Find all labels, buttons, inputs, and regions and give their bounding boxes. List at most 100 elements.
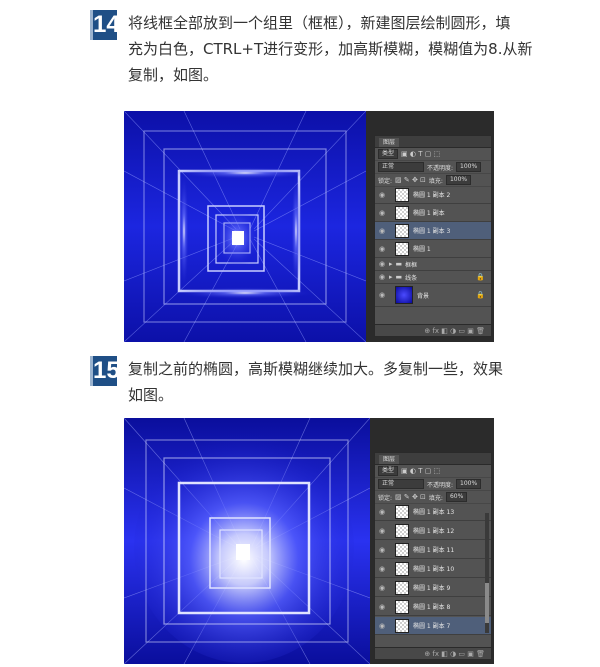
screenshot-step-14: 图层 类型 ▣ ◐ T ▢ ⬚ 正常 不透明度: 100% 锁定: ▨ ✎ ✥ …	[124, 111, 494, 342]
kind-filter-1[interactable]: 类型	[378, 149, 399, 159]
fill-label-2: 填充:	[428, 494, 443, 502]
folder-icon: ▬	[395, 260, 403, 268]
layer-item[interactable]: ◉ 椭圆 1 副本 11	[375, 541, 491, 559]
step-14-line-3: 复制，如图。	[128, 66, 219, 84]
filter-icons-1[interactable]: ▣ ◐ T ▢ ⬚	[401, 150, 440, 158]
lock-icons-1[interactable]: ▨ ✎ ✥ ⊡	[395, 176, 426, 184]
panel-footer-1[interactable]: ⊕ fx ◧ ◑ ▭ ▣ 🗑	[375, 324, 491, 336]
layer-thumbnail	[395, 618, 409, 633]
artwork-canvas-2	[124, 418, 370, 664]
layers-panel-1: 图层 类型 ▣ ◐ T ▢ ⬚ 正常 不透明度: 100% 锁定: ▨ ✎ ✥ …	[374, 135, 492, 337]
layer-group[interactable]: ◉ ▸ ▬ 线条 🔒	[375, 271, 491, 284]
collapse-arrow-icon[interactable]: ▸	[389, 260, 393, 268]
layers-tab-label-1: 图层	[379, 138, 400, 147]
kind-filter-2[interactable]: 类型	[378, 466, 399, 476]
layer-thumbnail	[395, 241, 409, 256]
eye-icon[interactable]: ◉	[375, 565, 389, 573]
layer-item[interactable]: ◉ 椭圆 1 副本 13	[375, 503, 491, 521]
step-text-14: 将线框全部放到一个组里（框框），新建图层绘制圆形，填 充为白色，CTRL+T进行…	[128, 10, 588, 88]
eye-icon[interactable]: ◉	[375, 622, 389, 630]
lock-label-1: 锁定:	[378, 177, 393, 185]
layer-item[interactable]: ◉ 背景 🔒	[375, 284, 491, 307]
layer-name: 椭圆 1 副本 2	[413, 192, 451, 199]
lock-icon: 🔒	[476, 273, 485, 281]
fill-field-1[interactable]: 100%	[445, 175, 472, 185]
layer-name: 框框	[405, 261, 418, 269]
layer-thumbnail	[395, 561, 409, 576]
eye-icon[interactable]: ◉	[375, 508, 389, 516]
step-15-line-1: 复制之前的椭圆，高斯模糊继续加大。多复制一些，效果	[128, 360, 504, 378]
layer-thumbnail	[395, 205, 409, 220]
layers-tab-1[interactable]: 图层	[375, 136, 491, 148]
layer-thumbnail	[395, 187, 409, 202]
blend-mode-select-1[interactable]: 正常	[378, 162, 424, 172]
layer-item[interactable]: ◉ 椭圆 1 副本 8	[375, 598, 491, 616]
layer-item[interactable]: ◉ 椭圆 1	[375, 240, 491, 258]
step-15-line-2: 如图。	[128, 386, 174, 404]
screenshot-step-15: 图层 类型 ▣ ◐ T ▢ ⬚ 正常 不透明度: 100% 锁定: ▨ ✎ ✥ …	[124, 418, 494, 664]
folder-icon: ▬	[395, 273, 403, 281]
layer-item[interactable]: ◉ 椭圆 1 副本	[375, 204, 491, 222]
tunnel-artwork-1	[124, 111, 366, 342]
eye-icon[interactable]: ◉	[375, 209, 389, 217]
layer-thumbnail	[395, 599, 409, 614]
layer-name: 椭圆 1 副本 12	[413, 528, 455, 535]
layer-thumbnail	[395, 542, 409, 557]
layer-item-selected[interactable]: ◉ 椭圆 1 副本 3	[375, 222, 491, 240]
eye-icon[interactable]: ◉	[375, 227, 389, 235]
step-14-line-1: 将线框全部放到一个组里（框框），新建图层绘制圆形，填	[128, 14, 511, 32]
eye-icon[interactable]: ◉	[375, 260, 389, 268]
layer-name: 椭圆 1	[413, 246, 431, 253]
layer-thumbnail	[395, 580, 409, 595]
eye-icon[interactable]: ◉	[375, 291, 389, 299]
filter-icons-2[interactable]: ▣ ◐ T ▢ ⬚	[401, 467, 440, 475]
layer-thumbnail	[395, 286, 413, 304]
eye-icon[interactable]: ◉	[375, 245, 389, 253]
layer-thumbnail	[395, 504, 409, 519]
layers-tab-label-2: 图层	[379, 455, 400, 464]
panel-footer-2[interactable]: ⊕ fx ◧ ◑ ▭ ▣ 🗑	[375, 647, 491, 659]
lock-icons-2[interactable]: ▨ ✎ ✥ ⊡	[395, 493, 426, 501]
layer-item[interactable]: ◉ 椭圆 1 副本 9	[375, 579, 491, 597]
layer-list-2: ◉ 椭圆 1 副本 13 ◉ 椭圆 1 副本 12 ◉ 椭圆 1 副本 11 ◉…	[375, 503, 491, 646]
layer-name: 椭圆 1 副本 8	[413, 604, 451, 611]
lock-label-2: 锁定:	[378, 494, 393, 502]
step-number-15: 15	[90, 356, 120, 386]
layer-item[interactable]: ◉ 椭圆 1 副本 10	[375, 560, 491, 578]
layer-item[interactable]: ◉ 椭圆 1 副本 2	[375, 186, 491, 204]
eye-icon[interactable]: ◉	[375, 273, 389, 281]
opacity-field-2[interactable]: 100%	[456, 479, 482, 489]
step-text-15: 复制之前的椭圆，高斯模糊继续加大。多复制一些，效果 如图。	[128, 356, 588, 408]
layer-name: 椭圆 1 副本 3	[413, 228, 451, 235]
layer-thumbnail	[395, 223, 409, 238]
eye-icon[interactable]: ◉	[375, 546, 389, 554]
opacity-label-2: 不透明度:	[427, 481, 454, 489]
scrollbar-thumb[interactable]	[485, 583, 489, 623]
collapse-arrow-icon[interactable]: ▸	[389, 273, 393, 281]
layer-name: 椭圆 1 副本 9	[413, 585, 451, 592]
layer-list-1: ◉ 椭圆 1 副本 2 ◉ 椭圆 1 副本 ◉ 椭圆 1 副本 3 ◉ 椭圆 1…	[375, 186, 491, 324]
blend-mode-select-2[interactable]: 正常	[378, 479, 424, 489]
layer-name: 椭圆 1 副本	[413, 210, 445, 217]
eye-icon[interactable]: ◉	[375, 603, 389, 611]
fill-field-2[interactable]: 60%	[445, 492, 468, 502]
layer-item-selected[interactable]: ◉ 椭圆 1 副本 7	[375, 617, 491, 635]
layer-item[interactable]: ◉ 椭圆 1 副本 12	[375, 522, 491, 540]
layer-name: 椭圆 1 副本 13	[413, 509, 455, 516]
layer-group[interactable]: ◉ ▸ ▬ 框框	[375, 258, 491, 271]
eye-icon[interactable]: ◉	[375, 191, 389, 199]
layers-tab-2[interactable]: 图层	[375, 453, 491, 465]
layer-name: 椭圆 1 副本 7	[413, 623, 451, 630]
artwork-canvas-1	[124, 111, 366, 342]
eye-icon[interactable]: ◉	[375, 584, 389, 592]
tunnel-artwork-2	[124, 418, 370, 664]
layers-panel-2: 图层 类型 ▣ ◐ T ▢ ⬚ 正常 不透明度: 100% 锁定: ▨ ✎ ✥ …	[374, 452, 492, 660]
step-number-14: 14	[90, 10, 120, 40]
layer-name: 背景	[417, 292, 430, 300]
layers-scrollbar[interactable]	[485, 513, 489, 633]
eye-icon[interactable]: ◉	[375, 527, 389, 535]
opacity-field-1[interactable]: 100%	[456, 162, 482, 172]
opacity-label-1: 不透明度:	[427, 164, 454, 172]
step-14-line-2: 充为白色，CTRL+T进行变形，加高斯模糊，模糊值为8.从新	[128, 40, 533, 58]
fill-label-1: 填充:	[428, 177, 443, 185]
